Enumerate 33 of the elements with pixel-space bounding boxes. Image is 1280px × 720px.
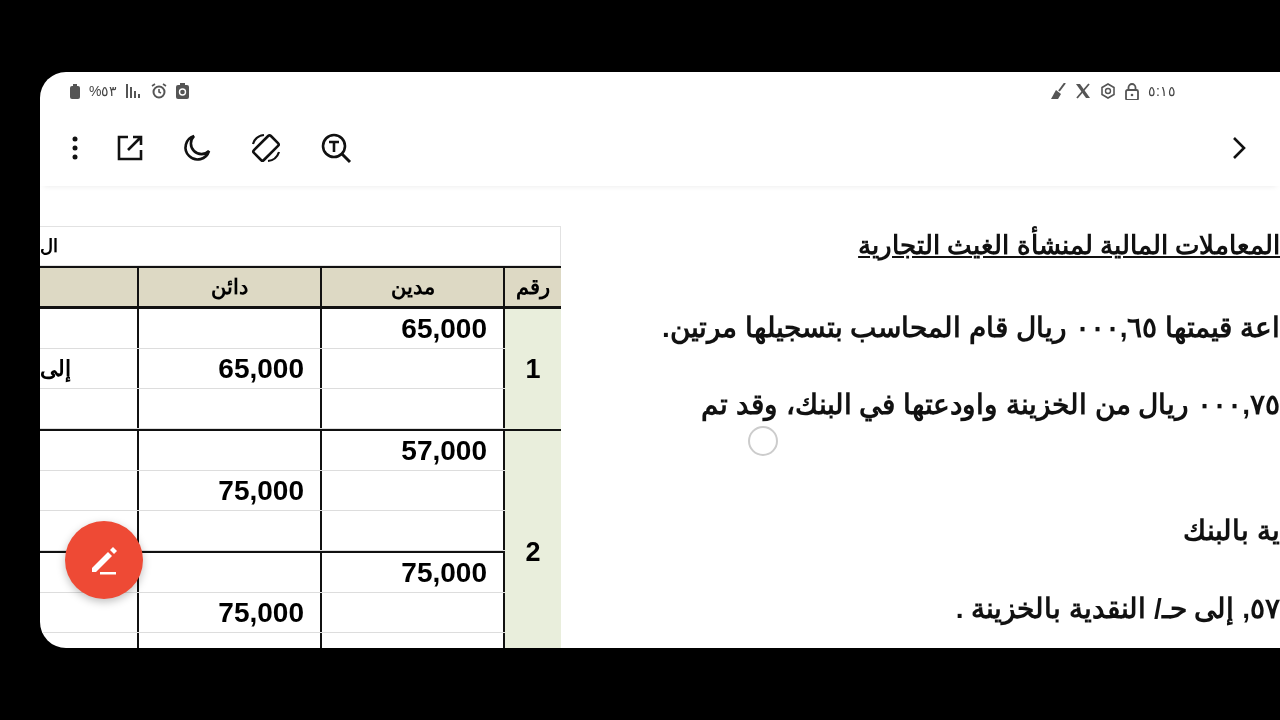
paragraph-line: اعة قيمتها ٠٠٠,٦٥ ريال قام المحاسب بتسجيلها مرتين.: [660, 311, 1280, 347]
caption-text: ال: [40, 235, 58, 257]
table-cell: 75,000: [139, 593, 322, 632]
rotate-screen-icon[interactable]: [250, 132, 282, 164]
paragraph-line: ٠٠٠,٧٥ ريال من الخزينة واودعتها في البنك، وقد تم: [700, 388, 1280, 424]
more-menu-icon[interactable]: [72, 136, 78, 160]
edit-button[interactable]: [65, 521, 143, 599]
battery-percent: %٥٣: [89, 83, 118, 99]
header-cell: مدين: [322, 268, 505, 306]
chevron-right-icon[interactable]: [1232, 136, 1246, 160]
open-external-icon[interactable]: [116, 134, 144, 162]
hexagon-icon: [1100, 83, 1117, 99]
table-cell: إلى: [40, 349, 139, 388]
moon-icon[interactable]: [182, 133, 212, 163]
entry-number-cell: 2: [505, 431, 561, 648]
header-cell: رقم: [505, 268, 561, 306]
entry-number-cell: 1: [505, 309, 561, 429]
alarm-icon: [151, 83, 168, 99]
document-title: المعاملات المالية لمنشأة الغيث التجارية: [858, 226, 1280, 264]
recycle-icon: [176, 83, 190, 99]
touch-indicator: [748, 426, 778, 456]
paragraph-line: ية بالبنك: [1182, 514, 1280, 548]
signal-icon: [126, 84, 143, 98]
text-search-icon[interactable]: [320, 132, 352, 164]
x-shape-icon: [1075, 83, 1092, 99]
clock-time: ٥:١٥: [1148, 83, 1176, 99]
table-cell: 75,000: [139, 471, 322, 510]
broom-icon: [1051, 83, 1067, 99]
table-cell: 65,000: [139, 349, 322, 388]
lock-icon: [1125, 82, 1140, 100]
paragraph-line: ٥٧, إلى حـ/ النقدية بالخزينة .: [954, 592, 1280, 628]
battery-icon: [70, 83, 80, 99]
header-cell: دائن: [139, 268, 322, 306]
